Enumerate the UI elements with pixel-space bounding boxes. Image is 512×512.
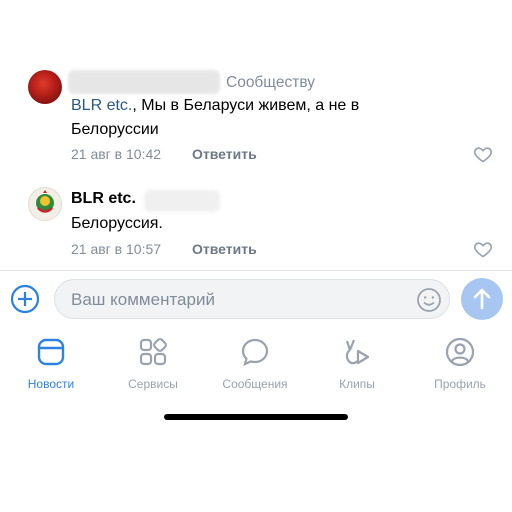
comment-timestamp: 21 авг в 10:42 xyxy=(71,146,162,162)
send-button[interactable] xyxy=(461,278,503,320)
reply-target: Сообществу xyxy=(226,74,316,91)
coat-of-arms-icon xyxy=(36,190,54,213)
comment-text: BLR etc., Мы в Беларуси живем, а не в Бе… xyxy=(71,94,401,142)
emoji-smile-icon[interactable] xyxy=(416,287,442,313)
comment-input-placeholder: Ваш комментарий xyxy=(71,290,215,309)
services-icon xyxy=(139,338,167,366)
reply-button[interactable]: Ответить xyxy=(192,241,257,257)
clips-icon xyxy=(345,339,370,365)
tab-messages[interactable]: Сообщения xyxy=(215,336,295,391)
messages-icon xyxy=(241,338,269,366)
composer-divider xyxy=(0,270,512,272)
home-indicator xyxy=(164,414,348,420)
like-heart-icon[interactable] xyxy=(473,239,493,259)
arrow-up-icon xyxy=(473,288,491,310)
tab-profile-label: Профиль xyxy=(434,377,486,391)
commenter-name-redacted xyxy=(68,70,220,94)
commenter-avatar[interactable] xyxy=(28,70,62,104)
comment-author[interactable]: BLR etc. xyxy=(71,190,136,208)
like-heart-icon[interactable] xyxy=(473,144,493,164)
tab-news-label: Новости xyxy=(27,377,75,391)
tab-news[interactable]: Новости xyxy=(11,336,91,391)
tab-profile[interactable]: Профиль xyxy=(420,336,500,391)
mention-link[interactable]: BLR etc. xyxy=(71,97,132,114)
tab-services-label: Сервисы xyxy=(128,377,178,391)
comment-text: Белоруссия. xyxy=(71,215,163,232)
comment-input[interactable]: Ваш комментарий xyxy=(54,279,450,319)
community-avatar[interactable] xyxy=(28,187,62,221)
reply-button[interactable]: Ответить xyxy=(192,146,257,162)
news-icon xyxy=(37,338,65,366)
tab-messages-label: Сообщения xyxy=(222,377,288,391)
add-attachment-icon[interactable] xyxy=(9,283,41,315)
comment-timestamp: 21 авг в 10:57 xyxy=(71,241,162,257)
tab-services[interactable]: Сервисы xyxy=(113,336,193,391)
author-meta-redacted xyxy=(144,190,220,212)
tab-clips[interactable]: Клипы xyxy=(317,336,397,391)
tab-clips-label: Клипы xyxy=(339,377,375,391)
tab-bar: Новости Сервисы Сообщения Клипы Профиль xyxy=(0,330,512,391)
profile-icon xyxy=(445,337,475,367)
